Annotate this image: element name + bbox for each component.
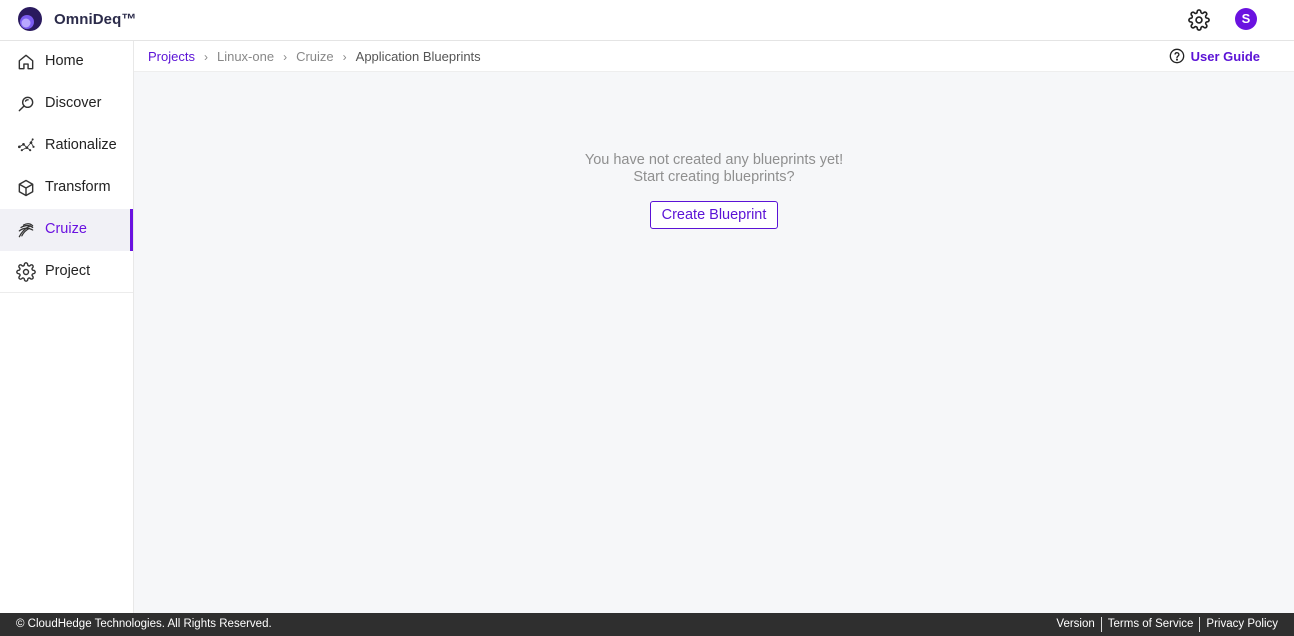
footer: © CloudHedge Technologies. All Rights Re… [0,613,1294,636]
top-header: OmniDeq™ S [0,0,1294,41]
breadcrumb-separator: › [342,49,347,64]
main-content: You have not created any blueprints yet!… [134,72,1294,613]
empty-state: You have not created any blueprints yet!… [134,152,1294,229]
footer-links: Version Terms of Service Privacy Policy [1050,617,1278,632]
cruize-icon [18,223,34,238]
omnideq-logo-icon [18,7,42,31]
sidebar-item-transform[interactable]: Transform [0,167,133,209]
sidebar-nav: Home Discover Rationalize Transform Crui… [0,41,133,293]
discover-icon [18,96,34,112]
settings-gear-icon[interactable] [1188,9,1210,31]
sidebar-item-label: Home [45,53,84,69]
sidebar: Home Discover Rationalize Transform Crui… [0,41,134,613]
breadcrumb-separator: › [283,49,288,64]
user-avatar[interactable]: S [1235,8,1257,30]
breadcrumb-bar: Projects › Linux-one › Cruize › Applicat… [134,41,1294,72]
sidebar-item-rationalize[interactable]: Rationalize [0,125,133,167]
footer-link-terms[interactable]: Terms of Service [1100,617,1200,632]
footer-link-version[interactable]: Version [1050,617,1100,632]
footer-link-privacy[interactable]: Privacy Policy [1199,617,1278,632]
breadcrumb-projects[interactable]: Projects [148,49,195,64]
breadcrumb-cruize[interactable]: Cruize [296,49,334,64]
home-icon [18,54,34,70]
empty-state-message: You have not created any blueprints yet! [584,152,844,168]
breadcrumb: Projects › Linux-one › Cruize › Applicat… [148,49,481,64]
breadcrumb-linux-one[interactable]: Linux-one [217,49,274,64]
sidebar-item-label: Discover [45,95,102,111]
sidebar-item-discover[interactable]: Discover [0,83,133,125]
breadcrumb-application-blueprints: Application Blueprints [355,49,481,64]
sidebar-item-label: Rationalize [45,137,117,153]
brand-name: OmniDeq™ [54,11,137,28]
create-blueprint-button[interactable]: Create Blueprint [649,201,779,229]
sidebar-item-cruize[interactable]: Cruize [0,209,133,251]
copyright-text: © CloudHedge Technologies. All Rights Re… [16,618,272,630]
help-circle-icon [1169,48,1184,64]
sidebar-item-label: Cruize [45,221,87,237]
sidebar-item-home[interactable]: Home [0,41,133,83]
empty-state-prompt: Start creating blueprints? [633,169,795,185]
sidebar-item-label: Project [45,263,91,279]
rationalize-icon [18,138,35,152]
breadcrumb-separator: › [203,49,208,64]
sidebar-item-project[interactable]: Project [0,251,133,293]
user-guide-label: User Guide [1190,48,1260,64]
gear-icon [16,262,36,282]
sidebar-item-label: Transform [45,179,111,195]
cube-icon [18,179,34,197]
user-guide-link[interactable]: User Guide [1169,48,1260,64]
